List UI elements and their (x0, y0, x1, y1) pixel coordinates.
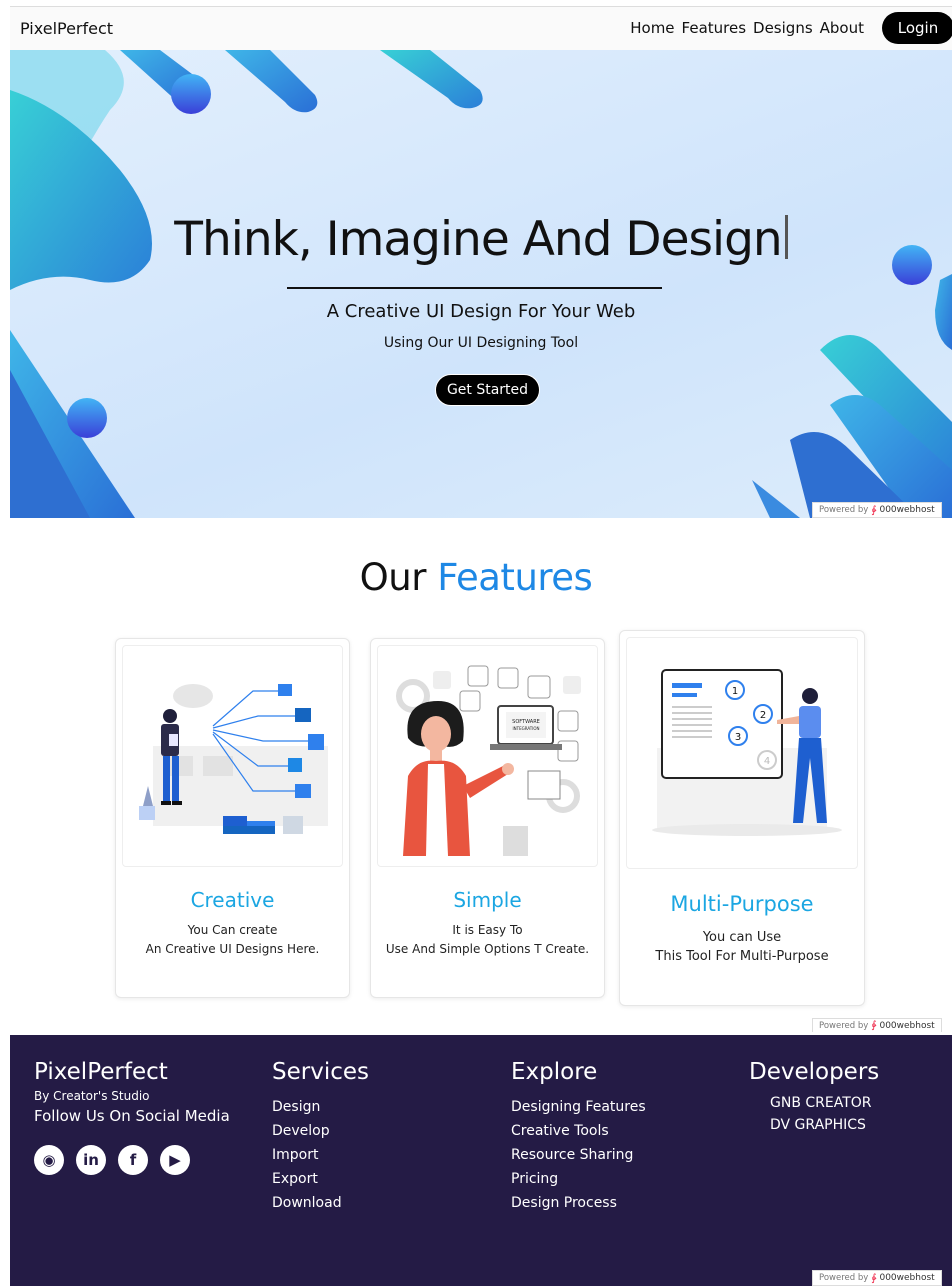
services-heading: Services (272, 1059, 369, 1085)
nav-designs[interactable]: Designs (753, 19, 813, 37)
card-desc-line1: You Can create (187, 923, 278, 937)
card-desc-multipurpose: You can Use This Tool For Multi-Purpose (620, 928, 864, 966)
instagram-icon[interactable]: ◉ (34, 1145, 64, 1175)
explore-links: Designing Features Creative Tools Resour… (511, 1099, 646, 1211)
simple-illustration: SOFTWARE INTEGRATION (377, 645, 598, 867)
developers-heading: Developers (749, 1059, 880, 1085)
features-heading-plain: Our (359, 556, 427, 599)
footer-link-design[interactable]: Design (272, 1099, 369, 1115)
footer-link-design-process[interactable]: Design Process (511, 1195, 646, 1211)
login-button[interactable]: Login (882, 12, 952, 44)
features-heading-accent: Features (437, 556, 593, 599)
nav-home[interactable]: Home (630, 19, 674, 37)
nav-about[interactable]: About (820, 19, 864, 37)
powered-by-badge[interactable]: Powered by ∳ 000webhost (812, 502, 942, 518)
hero-section: Think, Imagine And Design A Creative UI … (10, 50, 952, 518)
integration-label: INTEGRATION (512, 726, 539, 731)
footer-developers-column: Developers GNB CREATOR DV GRAPHICS (749, 1059, 879, 1133)
footer-byline: By Creator's Studio (34, 1089, 150, 1103)
card-desc-creative: You Can create An Creative UI Designs He… (116, 921, 349, 959)
footer-follow: Follow Us On Social Media (34, 1107, 230, 1125)
powered-prefix: Powered by (819, 1273, 869, 1283)
features-heading: Our Features (0, 556, 952, 599)
footer-link-dv-graphics[interactable]: DV GRAPHICS (770, 1117, 879, 1133)
footer-services-column: Services Design Develop Import Export Do… (272, 1059, 369, 1211)
card-desc-simple: It is Easy To Use And Simple Options T C… (371, 921, 604, 959)
developers-links: GNB CREATOR DV GRAPHICS (770, 1095, 879, 1133)
card-title-multipurpose: Multi-Purpose (670, 892, 814, 916)
powered-host: 000webhost (879, 505, 935, 515)
footer-link-designing-features[interactable]: Designing Features (511, 1099, 646, 1115)
card-desc-line1: You can Use (702, 930, 782, 945)
hero-subtitle-secondary: Using Our UI Designing Tool (383, 335, 579, 351)
powered-by-badge-2[interactable]: Powered by ∳ 000webhost (812, 1018, 942, 1032)
host-logo-icon: ∳ (871, 1020, 877, 1031)
footer-link-download[interactable]: Download (272, 1195, 369, 1211)
powered-prefix: Powered by (819, 1020, 869, 1031)
feature-card-simple[interactable]: SOFTWARE INTEGRATION Simple It is Easy T… (370, 638, 605, 998)
explore-heading: Explore (511, 1059, 598, 1085)
host-logo-icon: ∳ (871, 504, 877, 516)
creative-illustration-svg (139, 684, 328, 834)
hero-decoration (10, 50, 952, 518)
card-desc-line2: Use And Simple Options T Create. (385, 942, 590, 956)
creative-illustration (122, 645, 343, 867)
footer-link-creative-tools[interactable]: Creative Tools (511, 1123, 646, 1139)
host-logo-icon: ∳ (871, 1272, 877, 1284)
social-links: ◉ in f ▶ (34, 1145, 230, 1175)
hero-title: Think, Imagine And Design (10, 212, 952, 267)
svg-text:2: 2 (760, 710, 766, 721)
hero-title-text: Think, Imagine And Design (174, 212, 782, 267)
typing-caret (784, 215, 788, 259)
get-started-button[interactable]: Get Started (435, 374, 540, 406)
footer-link-pricing[interactable]: Pricing (511, 1171, 646, 1187)
powered-by-badge-3[interactable]: Powered by ∳ 000webhost (812, 1270, 942, 1286)
svg-text:1: 1 (732, 686, 738, 697)
brand-logo[interactable]: PixelPerfect (20, 19, 113, 38)
svg-text:4: 4 (764, 756, 770, 767)
footer-link-gnb-creator[interactable]: GNB CREATOR (770, 1095, 879, 1111)
linkedin-icon[interactable]: in (76, 1145, 106, 1175)
main-nav: Home Features Designs About (630, 19, 864, 37)
hero-divider (287, 287, 662, 289)
footer-link-export[interactable]: Export (272, 1171, 369, 1187)
card-title-creative: Creative (190, 888, 275, 912)
simple-illustration-svg: SOFTWARE INTEGRATION (396, 665, 581, 856)
feature-card-creative[interactable]: Creative You Can create An Creative UI D… (115, 638, 350, 998)
svg-text:3: 3 (735, 732, 741, 743)
powered-prefix: Powered by (819, 505, 869, 515)
software-label: SOFTWARE (512, 719, 540, 725)
footer-link-develop[interactable]: Develop (272, 1123, 369, 1139)
footer-brand-column: PixelPerfect By Creator's Studio Follow … (34, 1059, 230, 1175)
youtube-icon[interactable]: ▶ (160, 1145, 190, 1175)
card-desc-line2: This Tool For Multi-Purpose (655, 949, 829, 964)
card-desc-line1: It is Easy To (452, 923, 523, 937)
footer-link-import[interactable]: Import (272, 1147, 369, 1163)
hero-subtitle: A Creative UI Design For Your Web (326, 301, 636, 322)
nav-features[interactable]: Features (682, 19, 747, 37)
top-navbar: PixelPerfect Home Features Designs About… (10, 6, 952, 50)
footer-link-resource-sharing[interactable]: Resource Sharing (511, 1147, 646, 1163)
multipurpose-illustration-svg: 1 2 3 4 (652, 669, 842, 836)
services-links: Design Develop Import Export Download (272, 1099, 369, 1211)
powered-host: 000webhost (879, 1020, 935, 1031)
multipurpose-illustration: 1 2 3 4 (626, 637, 858, 869)
feature-card-multipurpose[interactable]: 1 2 3 4 Multi-Purpose You can Use This T… (619, 630, 865, 1006)
footer-explore-column: Explore Designing Features Creative Tool… (511, 1059, 646, 1211)
powered-host: 000webhost (879, 1273, 935, 1283)
site-footer: PixelPerfect By Creator's Studio Follow … (10, 1035, 952, 1286)
facebook-icon[interactable]: f (118, 1145, 148, 1175)
card-desc-line2: An Creative UI Designs Here. (145, 942, 320, 956)
footer-brand: PixelPerfect (34, 1059, 168, 1085)
card-title-simple: Simple (453, 888, 522, 912)
